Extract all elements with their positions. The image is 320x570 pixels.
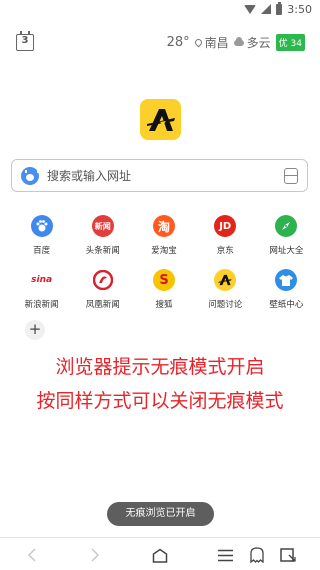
shortcut-grid: 百度 新闻 头条新闻 淘 爱淘宝 JD 京东 网址大全 sina 新浪新闻 凤凰… [11,215,317,323]
chevron-right-icon [91,548,100,562]
jd-icon: JD [214,215,237,237]
battery-icon [276,1,283,15]
bottom-toolbar [0,537,320,570]
shortcut-taobao[interactable]: 淘 爱淘宝 [133,215,194,269]
shortcut-label: 壁纸中心 [269,300,304,310]
baidu-icon [30,215,53,237]
caption-line-1: 浏览器提示无痕模式开启 [55,356,265,378]
status-bar: 3:50 [0,0,320,18]
shortcut-label: 京东 [216,246,234,256]
shortcut-label: 新浪新闻 [24,300,59,310]
shortcut-label: 头条新闻 [85,246,120,256]
shortcut-discussion[interactable]: 问题讨论 [195,269,256,323]
search-input[interactable] [47,160,277,191]
baidu-paw-icon[interactable] [21,167,39,185]
shortcut-sina[interactable]: sina 新浪新闻 [11,269,72,323]
shortcut-label: 爱淘宝 [151,246,177,256]
compass-icon [275,215,298,237]
sohu-icon: S [153,269,175,291]
shortcut-sohu[interactable]: S 搜狐 [133,269,194,323]
calendar-day: 3 [21,35,29,46]
aqi-badge: 优 34 [275,34,305,51]
weather-condition: 多云 [233,34,271,51]
calendar-icon[interactable]: 3 [16,31,34,51]
toutiao-news-icon: 新闻 [91,215,114,237]
shortcut-label: 网址大全 [269,246,304,256]
home-icon [152,548,168,563]
shortcut-label: 凤凰新闻 [85,300,120,310]
cloud-icon [233,36,244,46]
taobao-icon: 淘 [153,215,175,237]
sina-icon: sina [28,269,55,291]
signal-icon [261,4,272,14]
shortcut-jd[interactable]: JD 京东 [195,215,256,269]
shortcut-label: 问题讨论 [208,300,243,310]
shortcut-ifeng[interactable]: 凤凰新闻 [72,269,133,323]
caption-line-2: 按同样方式可以关闭无痕模式 [36,390,284,412]
tabs-switch-icon [280,548,296,562]
status-time: 3:50 [287,2,312,16]
city-name: 南昌 [204,36,229,50]
weather-text: 多云 [246,36,271,50]
temperature: 28° [166,35,190,50]
discussion-icon [214,269,237,291]
ghost-icon [250,547,264,563]
shortcut-label: 百度 [33,246,51,256]
add-shortcut-button[interactable]: + [25,320,45,340]
search-bar[interactable] [11,159,308,192]
location: 南昌 [193,34,229,51]
menu-icon [217,549,233,561]
ifeng-icon [91,269,114,291]
home-button[interactable] [151,546,169,564]
forward-button[interactable] [86,546,104,564]
back-button[interactable] [23,546,41,564]
shortcut-row: sina 新浪新闻 凤凰新闻 S 搜狐 问题讨论 壁纸中心 [11,269,317,323]
shortcut-row: 百度 新闻 头条新闻 淘 爱淘宝 JD 京东 网址大全 [11,215,317,269]
tshirt-icon [275,269,298,291]
browser-logo [140,99,181,140]
shortcut-label: 搜狐 [155,300,173,310]
weather-widget[interactable]: 28° 南昌 多云 优 34 [167,34,305,51]
toast-message: 无痕浏览已开启 [107,502,214,526]
menu-button[interactable] [216,546,234,564]
tabs-button[interactable] [279,546,297,564]
chevron-left-icon [27,548,36,562]
shortcut-wallpaper[interactable]: 壁纸中心 [256,269,317,323]
incognito-button[interactable] [248,546,266,564]
shortcut-baidu[interactable]: 百度 [11,215,72,269]
shortcut-url-directory[interactable]: 网址大全 [256,215,317,269]
wifi-icon [244,4,257,14]
tabs-icon[interactable] [284,168,298,184]
logo-a-icon [146,108,175,131]
shortcut-toutiao[interactable]: 新闻 头条新闻 [72,215,133,269]
home-header: 3 28° 南昌 多云 优 34 [0,30,320,56]
location-pin-icon [193,37,204,48]
